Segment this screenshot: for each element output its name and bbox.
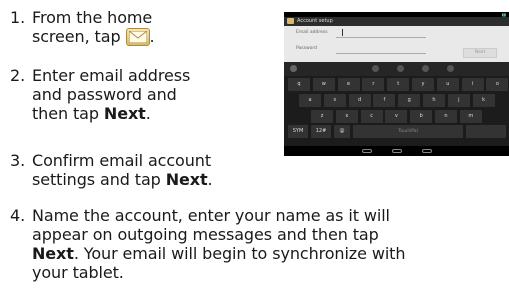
step-3-line-1: Confirm email account	[32, 151, 212, 170]
step-number: 3.	[10, 151, 26, 170]
key-a[interactable]: a	[299, 94, 321, 107]
key-c[interactable]: c	[360, 110, 383, 123]
key-k[interactable]: k	[472, 94, 495, 107]
step-number: 1.	[10, 8, 26, 27]
step-4-line-4: your tablet.	[32, 263, 124, 282]
screen-title: Account setup	[297, 18, 333, 24]
email-envelope-icon	[125, 28, 150, 46]
numbers-key[interactable]: 12#	[311, 125, 331, 138]
step-4-line-2: appear on outgoing messages and then tap	[32, 225, 379, 244]
key-m[interactable]: m	[459, 110, 482, 123]
password-label: Password	[296, 46, 318, 51]
key-h[interactable]: h	[423, 94, 445, 107]
back-icon[interactable]	[362, 149, 372, 153]
next-keyword: Next	[32, 244, 74, 263]
key-x[interactable]: x	[335, 110, 358, 123]
email-address-field[interactable]	[336, 37, 426, 38]
key-b[interactable]: b	[410, 110, 433, 123]
title-bar: Account setup	[284, 17, 509, 26]
settings-icon[interactable]	[372, 65, 379, 72]
key-z[interactable]: z	[311, 110, 333, 123]
next-button[interactable]: Next	[463, 48, 497, 58]
undo-icon[interactable]	[422, 65, 429, 72]
key-t[interactable]: t	[387, 78, 410, 91]
key-r[interactable]: r	[362, 78, 385, 91]
password-field[interactable]	[336, 53, 426, 54]
keyboard-toolbar	[284, 62, 509, 76]
step-1-line-2: screen, tap	[32, 27, 121, 46]
step-3: 3. Confirm email account settings and tap…	[10, 151, 213, 189]
key-w[interactable]: w	[312, 78, 335, 91]
step-2: 2. Enter email address and password and t…	[10, 66, 191, 123]
step-4: 4. Name the account, enter your name as i…	[10, 206, 405, 282]
step-2-line-2: and password and	[32, 85, 177, 104]
account-form: Email address Password Next	[284, 26, 509, 62]
step-2-line-3: then tap	[32, 104, 104, 123]
step-3-line-2: settings and tap	[32, 170, 166, 189]
step-number: 4.	[10, 206, 26, 225]
edit-icon[interactable]	[397, 65, 404, 72]
key-u[interactable]: u	[436, 78, 459, 91]
key-s[interactable]: s	[323, 94, 346, 107]
on-screen-keyboard: qwertyuio asdfghjk zxcvbnm SYM 12# @ Tou…	[284, 62, 509, 156]
key-g[interactable]: g	[398, 94, 421, 107]
sym-key[interactable]: SYM	[288, 125, 308, 138]
key-f[interactable]: f	[373, 94, 396, 107]
at-key[interactable]: @	[334, 125, 350, 138]
step-1-line-1: From the home	[32, 8, 153, 27]
space-key[interactable]: TouchPal	[353, 125, 463, 138]
key-d[interactable]: d	[348, 94, 371, 107]
key-v[interactable]: v	[385, 110, 408, 123]
navigation-bar	[284, 146, 509, 156]
step-1: 1. From the home screen, tap .	[10, 8, 155, 46]
step-4-line-1: Name the account, enter your name as it …	[32, 206, 390, 225]
home-icon[interactable]	[392, 149, 402, 153]
key-o[interactable]: o	[486, 78, 509, 91]
key-n[interactable]: n	[435, 110, 457, 123]
keyboard-logo-icon[interactable]	[290, 65, 297, 72]
enter-key[interactable]	[466, 125, 506, 138]
text-cursor	[342, 29, 343, 36]
recent-apps-icon[interactable]	[422, 149, 432, 153]
mic-icon[interactable]	[447, 65, 454, 72]
key-y[interactable]: y	[412, 78, 434, 91]
key-i[interactable]: i	[461, 78, 484, 91]
step-4-line-3: . Your email will begin to synchronize w…	[73, 244, 406, 263]
account-setup-screenshot: ▮▮ Account setup Email address Password …	[284, 12, 509, 156]
key-j[interactable]: j	[447, 94, 470, 107]
email-app-icon	[287, 18, 294, 24]
step-number: 2.	[10, 66, 26, 85]
next-keyword: Next	[103, 104, 146, 123]
step-2-line-1: Enter email address	[32, 66, 191, 85]
key-e[interactable]: e	[337, 78, 360, 91]
next-keyword: Next	[165, 170, 208, 189]
email-address-label: Email address	[296, 30, 328, 35]
key-q[interactable]: q	[288, 78, 310, 91]
